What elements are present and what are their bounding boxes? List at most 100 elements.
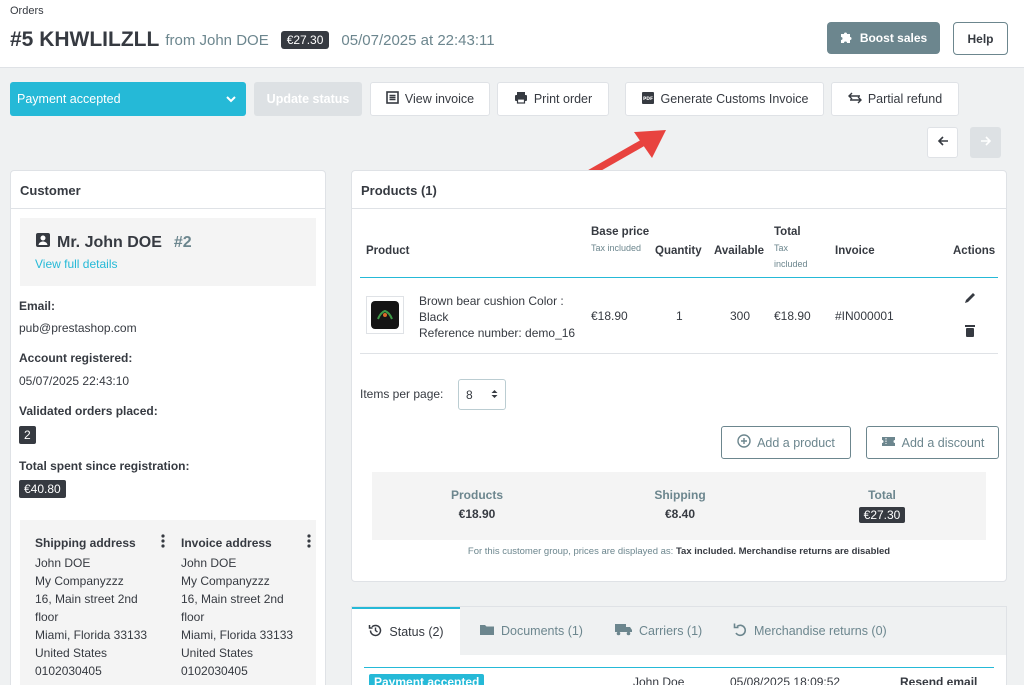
help-button[interactable]: Help <box>953 22 1008 55</box>
tab-carriers[interactable]: Carriers (1) <box>614 607 702 655</box>
update-status-button[interactable]: Update status <box>254 82 362 116</box>
product-name-link[interactable]: Brown bear cushion Color : Black Referen… <box>419 293 579 341</box>
edit-icon[interactable] <box>963 291 977 308</box>
order-reference: #5 KHWLILZLL <box>10 28 160 51</box>
address-line: Miami, Florida 33133 <box>35 628 148 642</box>
product-thumbnail <box>366 296 404 334</box>
total-spent-badge: €40.80 <box>19 480 66 498</box>
address-line: John DOE <box>181 556 237 570</box>
address-line: floor <box>181 610 205 624</box>
account-registered-value: 05/07/2025 22:43:10 <box>19 374 130 388</box>
products-total: Products €18.90 <box>450 488 503 521</box>
add-product-label: Add a product <box>757 435 835 450</box>
column-product: Product <box>366 245 410 257</box>
svg-text:PDF: PDF <box>642 96 652 102</box>
add-discount-button[interactable]: Add a discount <box>866 426 999 459</box>
row-base-price: €18.90 <box>591 309 628 323</box>
partial-refund-button[interactable]: Partial refund <box>831 82 959 116</box>
order-status-value: Payment accepted <box>17 92 121 106</box>
products-panel-title: Products (1) <box>352 171 1006 209</box>
view-invoice-label: View invoice <box>404 92 475 106</box>
folder-icon <box>479 623 495 639</box>
address-line: 16, Main street 2nd <box>181 592 284 606</box>
address-line: 0102030405 <box>181 664 248 678</box>
page-header: Orders #5 KHWLILZLL from John DOE €27.30… <box>0 0 1024 68</box>
items-per-page-label: Items per page: <box>360 387 444 401</box>
tax-display-note: For this customer group, prices are disp… <box>467 546 891 557</box>
column-actions: Actions <box>953 245 996 257</box>
print-order-label: Print order <box>533 92 593 106</box>
order-total-badge: €27.30 <box>280 31 330 49</box>
history-icon <box>368 623 383 641</box>
undo-icon <box>733 622 748 640</box>
trash-icon[interactable] <box>964 324 976 341</box>
shipping-total: Shipping €8.40 <box>654 488 706 521</box>
tab-merchandise-returns[interactable]: Merchandise returns (0) <box>733 607 887 655</box>
truck-icon <box>614 623 633 639</box>
column-available: Available <box>714 245 765 257</box>
view-full-details-link[interactable]: View full details <box>35 257 301 271</box>
view-invoice-button[interactable]: View invoice <box>370 82 490 116</box>
items-per-page-value: 8 <box>466 387 473 402</box>
grand-total: Total €27.30 <box>822 488 942 523</box>
account-registered-label: Account registered: <box>19 351 133 365</box>
address-line: floor <box>35 610 59 624</box>
address-line: United States <box>35 646 108 660</box>
customer-id: #2 <box>173 233 192 251</box>
row-invoice: #IN000001 <box>835 309 894 323</box>
add-discount-label: Add a discount <box>901 435 985 450</box>
column-base-price: Base price Tax included <box>591 226 650 253</box>
tab-merchandise-returns-label: Merchandise returns (0) <box>754 624 887 638</box>
history-date: 05/08/2025 18:09:52 <box>730 675 841 685</box>
customer-name: Mr. John DOE <box>57 233 162 251</box>
items-per-page-select[interactable]: 8 <box>458 379 506 410</box>
ticket-icon <box>881 435 896 450</box>
tab-carriers-label: Carriers (1) <box>639 624 703 638</box>
order-status-select[interactable]: Payment accepted <box>10 82 246 116</box>
column-invoice: Invoice <box>835 245 875 257</box>
chevron-down-icon <box>226 92 236 106</box>
arrow-left-icon <box>937 134 949 151</box>
customs-invoice-button[interactable]: PDF Generate Customs Invoice <box>625 82 824 116</box>
boost-sales-label: Boost sales <box>859 31 928 45</box>
tab-documents[interactable]: Documents (1) <box>479 607 583 655</box>
validated-orders-badge: 2 <box>19 426 36 444</box>
add-product-button[interactable]: Add a product <box>721 426 851 459</box>
resend-email-link[interactable]: Resend email <box>900 675 977 685</box>
page-title: #5 KHWLILZLL from John DOE €27.30 05/07/… <box>10 28 495 52</box>
kebab-menu-icon[interactable] <box>161 534 165 553</box>
address-line: John DOE <box>35 556 91 570</box>
addresses-box: Shipping address John DOE My Companyzzz … <box>20 520 316 685</box>
status-badge: Payment accepted <box>369 674 485 685</box>
next-order-button[interactable] <box>970 127 1001 158</box>
column-total: Total Tax included <box>774 226 808 269</box>
row-available: 300 <box>730 309 751 323</box>
address-line: 0102030405 <box>35 664 102 678</box>
sort-caret-icon <box>491 388 498 402</box>
kebab-menu-icon[interactable] <box>307 534 311 553</box>
customer-summary: Mr. John DOE #2 View full details <box>20 218 316 286</box>
tab-status[interactable]: Status (2) <box>352 607 460 655</box>
invoice-address-title: Invoice address <box>181 536 272 550</box>
customer-name-row: Mr. John DOE #2 <box>35 232 301 253</box>
address-line: My Companyzzz <box>181 574 270 588</box>
previous-order-button[interactable] <box>927 127 958 158</box>
shipping-address: Shipping address John DOE My Companyzzz … <box>35 534 165 680</box>
contact-card-icon <box>35 232 51 253</box>
customer-email-link[interactable]: pub@prestashop.com <box>19 321 137 335</box>
breadcrumb[interactable]: Orders <box>10 5 44 17</box>
history-table-divider <box>364 667 994 668</box>
history-employee: John Doe <box>633 675 685 685</box>
row-total: €18.90 <box>774 309 811 323</box>
total-spent-label: Total spent since registration: <box>19 459 190 473</box>
products-table-header: Product Base price Tax included Quantity… <box>360 216 998 278</box>
invoice-address: Invoice address John DOE My Companyzzz 1… <box>181 534 311 680</box>
boost-sales-button[interactable]: Boost sales <box>827 22 940 54</box>
plus-circle-icon <box>737 434 751 451</box>
address-line: 16, Main street 2nd <box>35 592 138 606</box>
column-quantity: Quantity <box>655 245 702 257</box>
customs-invoice-label: Generate Customs Invoice <box>660 92 809 106</box>
invoice-icon <box>386 91 399 107</box>
partial-refund-label: Partial refund <box>867 92 943 106</box>
print-order-button[interactable]: Print order <box>497 82 609 116</box>
